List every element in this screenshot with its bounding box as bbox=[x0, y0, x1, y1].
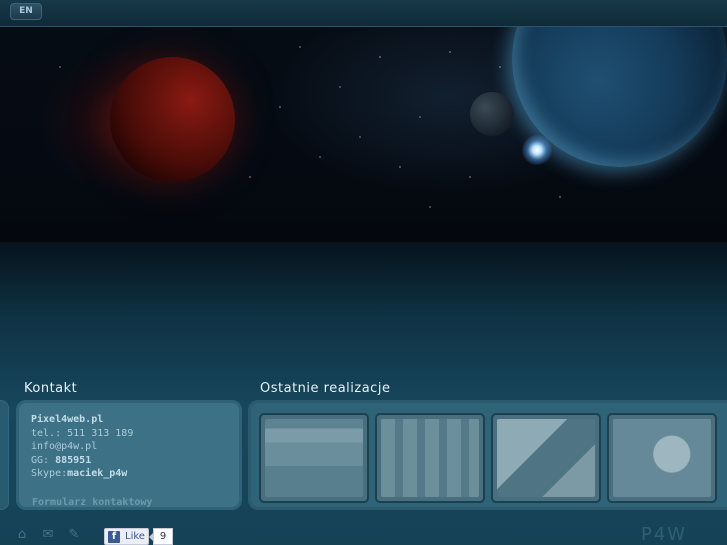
portfolio-thumbnail[interactable] bbox=[491, 413, 601, 503]
space-header-image bbox=[0, 27, 727, 242]
company-name: Pixel4web.pl bbox=[31, 414, 104, 425]
thumbnail-image bbox=[265, 419, 363, 497]
contact-panel: Pixel4web.pl tel.: 511 313 189 info@p4w.… bbox=[16, 400, 242, 510]
recent-work-section-title: Ostatnie realizacje bbox=[260, 381, 391, 396]
like-label: Like bbox=[125, 531, 145, 542]
portfolio-thumbnail[interactable] bbox=[607, 413, 717, 503]
facebook-icon: f bbox=[108, 531, 120, 543]
red-planet-image bbox=[110, 57, 235, 182]
like-count: 9 bbox=[149, 528, 173, 545]
skype-id: Skype:maciek_p4w bbox=[31, 467, 227, 481]
portfolio-thumbnail[interactable] bbox=[259, 413, 369, 503]
contact-form-link[interactable]: Formularz kontaktowy bbox=[32, 496, 152, 510]
contact-section-title: Kontakt bbox=[24, 381, 78, 396]
gg-label: GG: bbox=[31, 454, 56, 466]
language-switch-button[interactable]: EN bbox=[10, 3, 42, 20]
skype-value: maciek_p4w bbox=[67, 468, 128, 479]
gg-number: GG: 885951 bbox=[31, 454, 227, 468]
thumbnail-image bbox=[497, 419, 595, 497]
mail-icon[interactable]: ✉ bbox=[40, 528, 56, 542]
edit-icon[interactable]: ✎ bbox=[66, 528, 82, 542]
facebook-like-button[interactable]: f Like bbox=[104, 528, 149, 545]
gg-value: 885951 bbox=[55, 454, 92, 466]
star-flare-image bbox=[522, 135, 552, 165]
phone-number: tel.: 511 313 189 bbox=[31, 427, 134, 439]
moon-image bbox=[470, 92, 514, 136]
home-icon[interactable]: ⌂ bbox=[14, 528, 30, 542]
left-panel-edge bbox=[0, 400, 9, 510]
thumbnail-image bbox=[613, 419, 711, 497]
top-bar: EN bbox=[0, 0, 727, 27]
brand-logo: P4W bbox=[641, 524, 688, 545]
thumbnail-image bbox=[381, 419, 479, 497]
portfolio-thumbnail[interactable] bbox=[375, 413, 485, 503]
email-address[interactable]: info@p4w.pl bbox=[31, 440, 227, 454]
skype-label: Skype: bbox=[31, 468, 68, 479]
recent-work-panel bbox=[248, 400, 727, 510]
